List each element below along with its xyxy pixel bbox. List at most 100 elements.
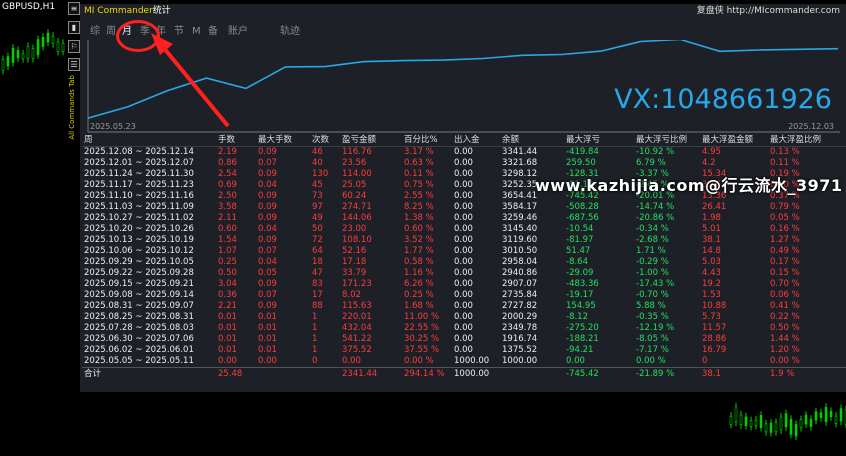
total-cell [256,367,310,380]
chart-list-button[interactable]: ☰ [68,58,80,71]
table-cell: 26.41 [702,202,727,212]
website-link[interactable]: 复盘侠 http://MIcommander.com [697,4,840,18]
table-cell: 72 [312,235,323,245]
column-header-2[interactable]: 最大手数 [256,134,310,147]
candle-body [799,419,803,428]
table-cell: 30.25 % [404,334,440,344]
tab-0[interactable]: 综 [90,24,100,40]
tab-8[interactable]: 账户 [228,24,248,40]
table-total-row: 合计 25.48 2341.44 294.14 % 1000.00 -745.42 -21.… [82,367,846,380]
total-cell: 合计 [82,367,216,380]
table-cell: 0 [312,356,318,366]
table-cell: 2025.07.28 ~ 2025.08.03 [84,323,194,333]
column-header-4[interactable]: 盈亏金额 [340,134,402,147]
table-row[interactable]: 2025.10.13 ~ 2025.10.19 1.54 0.09 72 108.10 3… [82,235,846,246]
table-cell: 0.09 [258,301,277,311]
table-row[interactable]: 2025.06.02 ~ 2025.06.01 0.01 0.01 1 375.52 37… [82,345,846,356]
candle-body [824,407,828,423]
chart-panel-button[interactable]: ▮ [68,21,80,34]
table-cell: -8.05 % [636,334,669,344]
table-cell: 0.07 [258,246,277,256]
tab-7[interactable]: 备 [208,24,218,40]
tab-1[interactable]: 周 [106,24,116,40]
table-row[interactable]: 2025.05.05 ~ 2025.05.11 0.00 0.00 0 0.00 0.00… [82,356,846,368]
table-row[interactable]: 2025.09.15 ~ 2025.09.21 3.04 0.09 83 171.23 6… [82,279,846,290]
table-cell: 1.27 % [770,235,800,245]
candle-body [26,46,30,59]
table-row[interactable]: 2025.10.27 ~ 2025.11.02 2.11 0.09 49 144.06 1… [82,213,846,224]
table-cell: 0.11 % [770,158,800,168]
table-cell: 33.79 [342,268,367,278]
table-cell: 45 [312,180,323,190]
table-cell: 2727.82 [502,301,538,311]
table-cell: 2025.06.30 ~ 2025.07.06 [84,334,194,344]
table-cell: -10.92 % [636,147,675,157]
table-cell: 83 [312,279,323,289]
candle-body [839,408,843,422]
table-row[interactable]: 2025.09.22 ~ 2025.09.28 0.50 0.05 47 33.79 1.… [82,268,846,279]
table-cell: 0.00 [454,301,473,311]
candle-body [36,39,40,56]
table-cell: 1.07 [218,246,237,256]
column-header-9[interactable]: 最大浮亏比例 [634,134,700,147]
table-cell: 0.00 [218,356,237,366]
table-cell: 2025.10.27 ~ 2025.11.02 [84,213,194,223]
column-header-0[interactable]: 周 [82,134,216,147]
chart-menu-button[interactable]: ≡ [68,2,80,15]
table-row[interactable]: 2025.12.01 ~ 2025.12.07 0.86 0.07 40 23.56 0.… [82,158,846,169]
table-header-row: 周手数 最大手数 次数 盈亏金额 百分比% 出入金 余额 最大浮亏 最大浮亏比例 最大浮盈金额 最大… [82,134,846,147]
table-row[interactable]: 2025.08.25 ~ 2025.08.31 0.01 0.01 1 220.01 11… [82,312,846,323]
table-row[interactable]: 2025.09.08 ~ 2025.09.14 0.36 0.07 17 8.02 0.2… [82,290,846,301]
table-row[interactable]: 2025.09.29 ~ 2025.10.05 0.25 0.04 18 17.18 0.… [82,257,846,268]
candle-body [11,47,15,63]
table-row[interactable]: 2025.10.06 ~ 2025.10.12 1.07 0.07 64 52.16 1.… [82,246,846,257]
tab-6[interactable]: M [192,24,201,40]
tab-9[interactable]: 轨迹 [280,24,300,40]
table-cell: 2.54 [218,169,237,179]
tab-5[interactable]: 节 [174,24,184,40]
table-cell: 11.57 [702,323,727,333]
column-header-1[interactable]: 手数 [216,134,256,147]
table-cell: 0.69 [218,180,237,190]
table-cell: 0.01 [218,323,237,333]
column-header-7[interactable]: 余额 [500,134,564,147]
table-cell: 2940.86 [502,268,538,278]
table-cell: 0.09 [258,213,277,223]
table-row[interactable]: 2025.06.30 ~ 2025.07.06 0.01 0.01 1 541.22 30… [82,334,846,345]
table-row[interactable]: 2025.08.31 ~ 2025.09.07 2.21 0.09 88 115.63 1… [82,301,846,312]
table-cell: 0.09 [258,235,277,245]
table-cell: 23.00 [342,224,367,234]
table-cell: 0.09 [258,191,277,201]
table-cell: 0.04 [258,257,277,267]
table-row[interactable]: 2025.11.03 ~ 2025.11.09 3.58 0.09 97 274.71 8… [82,202,846,213]
column-header-5[interactable]: 百分比% [402,134,452,147]
column-header-3[interactable]: 次数 [310,134,340,147]
table-cell: 0.01 [258,334,277,344]
table-cell: 0.00 [454,334,473,344]
table-cell: -0.70 % [636,290,669,300]
total-cell: -745.42 [564,367,634,380]
column-header-6[interactable]: 出入金 [452,134,500,147]
table-cell: 1916.74 [502,334,538,344]
candle-body [769,422,773,433]
table-cell: 5.01 [702,224,721,234]
table-cell: -14.74 % [636,202,675,212]
table-row[interactable]: 2025.07.28 ~ 2025.08.03 0.01 0.01 1 432.04 22… [82,323,846,334]
table-cell: 3.04 [218,279,237,289]
table-cell: 0.00 [454,268,473,278]
table-cell: 0.00 [454,213,473,223]
column-header-11[interactable]: 最大浮盈比例 [768,134,846,147]
table-row[interactable]: 2025.10.20 ~ 2025.10.26 0.60 0.04 50 23.00 0.… [82,224,846,235]
candle-body [6,56,10,67]
table-row[interactable]: 2025.12.08 ~ 2025.12.14 2.19 0.09 46 116.76 3… [82,147,846,159]
table-cell: 22.55 % [404,323,440,333]
table-cell: 0.00 [566,356,585,366]
table-cell: 2025.12.08 ~ 2025.12.14 [84,147,194,157]
table-cell: 0.00 [454,279,473,289]
table-cell: 1.54 [218,235,237,245]
column-header-8[interactable]: 最大浮亏 [564,134,634,147]
table-cell: 10.88 [702,301,727,311]
column-header-10[interactable]: 最大浮盈金额 [700,134,768,147]
chart-flag-button[interactable]: ⚐ [68,40,80,53]
table-cell: -483.36 [566,279,599,289]
